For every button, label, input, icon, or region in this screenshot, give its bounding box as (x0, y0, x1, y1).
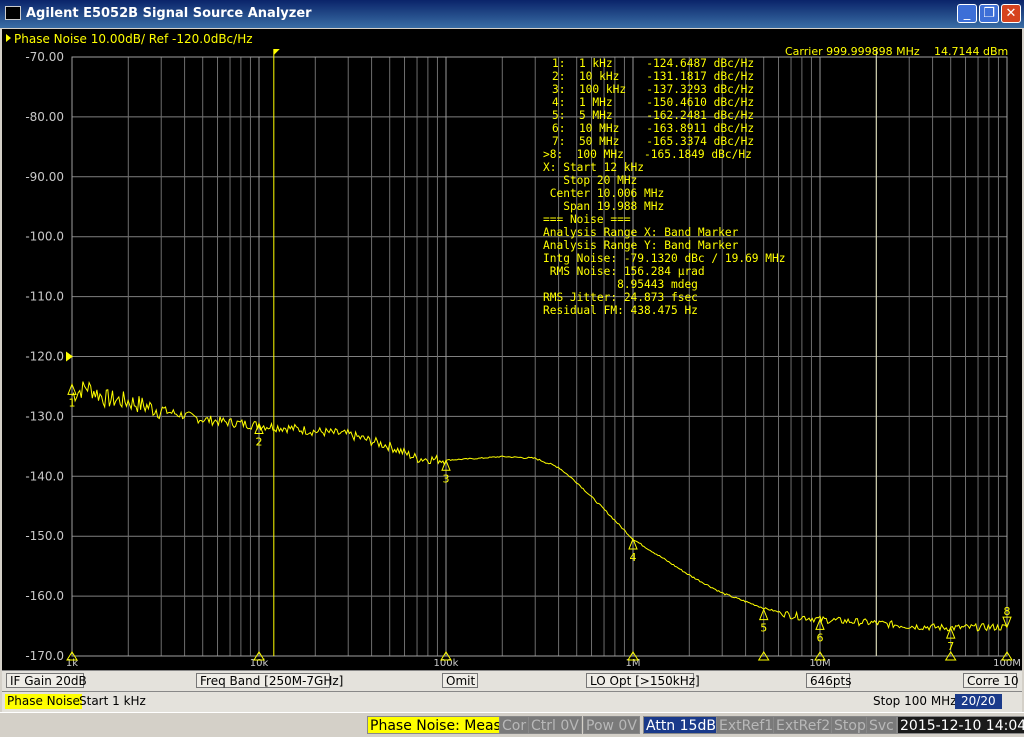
readout-line: X: Start 12 kHz (543, 161, 644, 174)
readout-line: 4: 1 MHz -150.4610 dBc/Hz (552, 96, 754, 109)
y-tick-label: -70.00 (25, 50, 64, 64)
marker-readout: 1: 1 kHz -124.6487 dBc/Hz2: 10 kHz -131.… (543, 57, 785, 317)
status-bar: Phase Noise: Meas Cor Ctrl 0V Pow 0V Att… (0, 712, 1024, 737)
marker-symbols: 12345678 (66, 382, 1013, 661)
minimize-button[interactable]: _ (957, 4, 977, 23)
readout-line: Residual FM: 438.475 Hz (543, 304, 698, 317)
carrier-power: 14.7144 dBm (934, 45, 1008, 58)
status-extref1: ExtRef1 (716, 716, 777, 734)
readout-line: >8: 100 MHz -165.1849 dBc/Hz (543, 148, 752, 161)
y-tick-label: -90.00 (25, 170, 64, 184)
status-control-voltage: Ctrl 0V (528, 716, 582, 734)
marker-4-number: 4 (630, 551, 637, 564)
readout-line: Analysis Range Y: Band Marker (543, 239, 739, 252)
close-button[interactable]: ✕ (1001, 4, 1021, 23)
status-extref2: ExtRef2 (773, 716, 834, 734)
softkey-bar: IF Gain 20dB Freq Band [250M-7GHz] Omit … (2, 670, 1022, 691)
correlation-softkey[interactable]: Corre 10 (963, 673, 1019, 688)
average-count: 20/20 (955, 694, 1002, 709)
readout-line: === Noise === (543, 213, 631, 226)
readout-line: Span 19.988 MHz (543, 200, 664, 213)
carrier-frequency: Carrier 999.999898 MHz (785, 45, 920, 58)
readout-line: RMS Jitter: 24.873 fsec (543, 291, 698, 304)
omit-softkey[interactable]: Omit (442, 673, 478, 688)
readout-line: 8.95443 mdeg (543, 278, 698, 291)
lo-opt-softkey[interactable]: LO Opt [>150kHz] (586, 673, 700, 688)
marker-2-number: 2 (256, 435, 263, 448)
window-title: Agilent E5052B Signal Source Analyzer (26, 6, 312, 21)
y-tick-label: -110.0 (25, 290, 64, 304)
y-tick-label: -130.0 (25, 409, 64, 423)
y-tick-label: -120.0 (25, 350, 64, 364)
plot-grid (71, 56, 1008, 657)
status-datetime: 2015-12-10 14:04 (897, 716, 1024, 734)
marker-5-number: 5 (760, 622, 767, 635)
status-mode: Phase Noise: Meas (367, 716, 504, 734)
readout-line: 6: 10 MHz -163.8911 dBc/Hz (552, 122, 754, 135)
app-icon (5, 6, 21, 20)
readout-line: Intg Noise: -79.1320 dBc / 19.69 MHz (543, 252, 785, 265)
phase-noise-trace (71, 380, 1008, 632)
y-tick-label: -140.0 (25, 469, 64, 483)
measurement-label[interactable]: Phase Noise (5, 694, 82, 709)
stop-frequency: Stop 100 MHz (873, 694, 957, 708)
y-tick-label: -80.00 (25, 110, 64, 124)
trace-active-icon (6, 34, 11, 42)
phase-noise-plot[interactable]: -70.00 -80.00 -90.00 -100.0 -110.0 -120.0 -130… (2, 29, 1022, 670)
marker-3-number: 3 (443, 472, 450, 485)
y-tick-label: -170.0 (25, 649, 64, 663)
sweep-bar: Phase Noise Start 1 kHz Stop 100 MHz 20/… (2, 691, 1022, 712)
readout-line: Center 10.006 MHz (543, 187, 664, 200)
points-softkey[interactable]: 646pts (806, 673, 851, 688)
status-stop: Stop (831, 716, 869, 734)
marker-1-number: 1 (69, 396, 76, 409)
y-axis-ticks: -70.00 -80.00 -90.00 -100.0 -110.0 -120.0 -130… (6, 34, 73, 663)
status-power-voltage: Pow 0V (583, 716, 640, 734)
plot-canvas: -70.00 -80.00 -90.00 -100.0 -110.0 -120.0 -130… (6, 32, 1021, 669)
readout-line: 7: 50 MHz -165.3374 dBc/Hz (552, 135, 754, 148)
freq-band-softkey[interactable]: Freq Band [250M-7GHz] (196, 673, 343, 688)
restore-button[interactable]: ❐ (979, 4, 999, 23)
readout-line: 3: 100 kHz -137.3293 dBc/Hz (552, 83, 754, 96)
readout-line: Stop 20 MHz (543, 174, 637, 187)
y-tick-label: -100.0 (25, 230, 64, 244)
title-bar: Agilent E5052B Signal Source Analyzer _ … (0, 0, 1024, 28)
status-attenuation: Attn 15dB (643, 716, 719, 734)
trace-header: Phase Noise 10.00dB/ Ref -120.0dBc/Hz (14, 32, 253, 46)
readout-line: 1: 1 kHz -124.6487 dBc/Hz (552, 57, 754, 70)
band-start-flag (273, 49, 280, 55)
readout-line: 5: 5 MHz -162.2481 dBc/Hz (552, 109, 754, 122)
if-gain-softkey[interactable]: IF Gain 20dB (6, 673, 87, 688)
start-frequency: Start 1 kHz (79, 694, 146, 708)
readout-line: RMS Noise: 156.284 µrad (543, 265, 705, 278)
readout-line: Analysis Range X: Band Marker (543, 226, 739, 239)
readout-line: 2: 10 kHz -131.1817 dBc/Hz (552, 70, 754, 83)
x-axis-ticks: 1k 10k 100k 1M 10M 100M (66, 658, 1021, 669)
marker-6-number: 6 (817, 631, 824, 644)
status-correction: Cor (499, 716, 530, 734)
status-service: Svc (866, 716, 897, 734)
marker-8-number: 8 (1004, 605, 1011, 618)
y-tick-label: -160.0 (25, 589, 64, 603)
y-tick-label: -150.0 (25, 529, 64, 543)
